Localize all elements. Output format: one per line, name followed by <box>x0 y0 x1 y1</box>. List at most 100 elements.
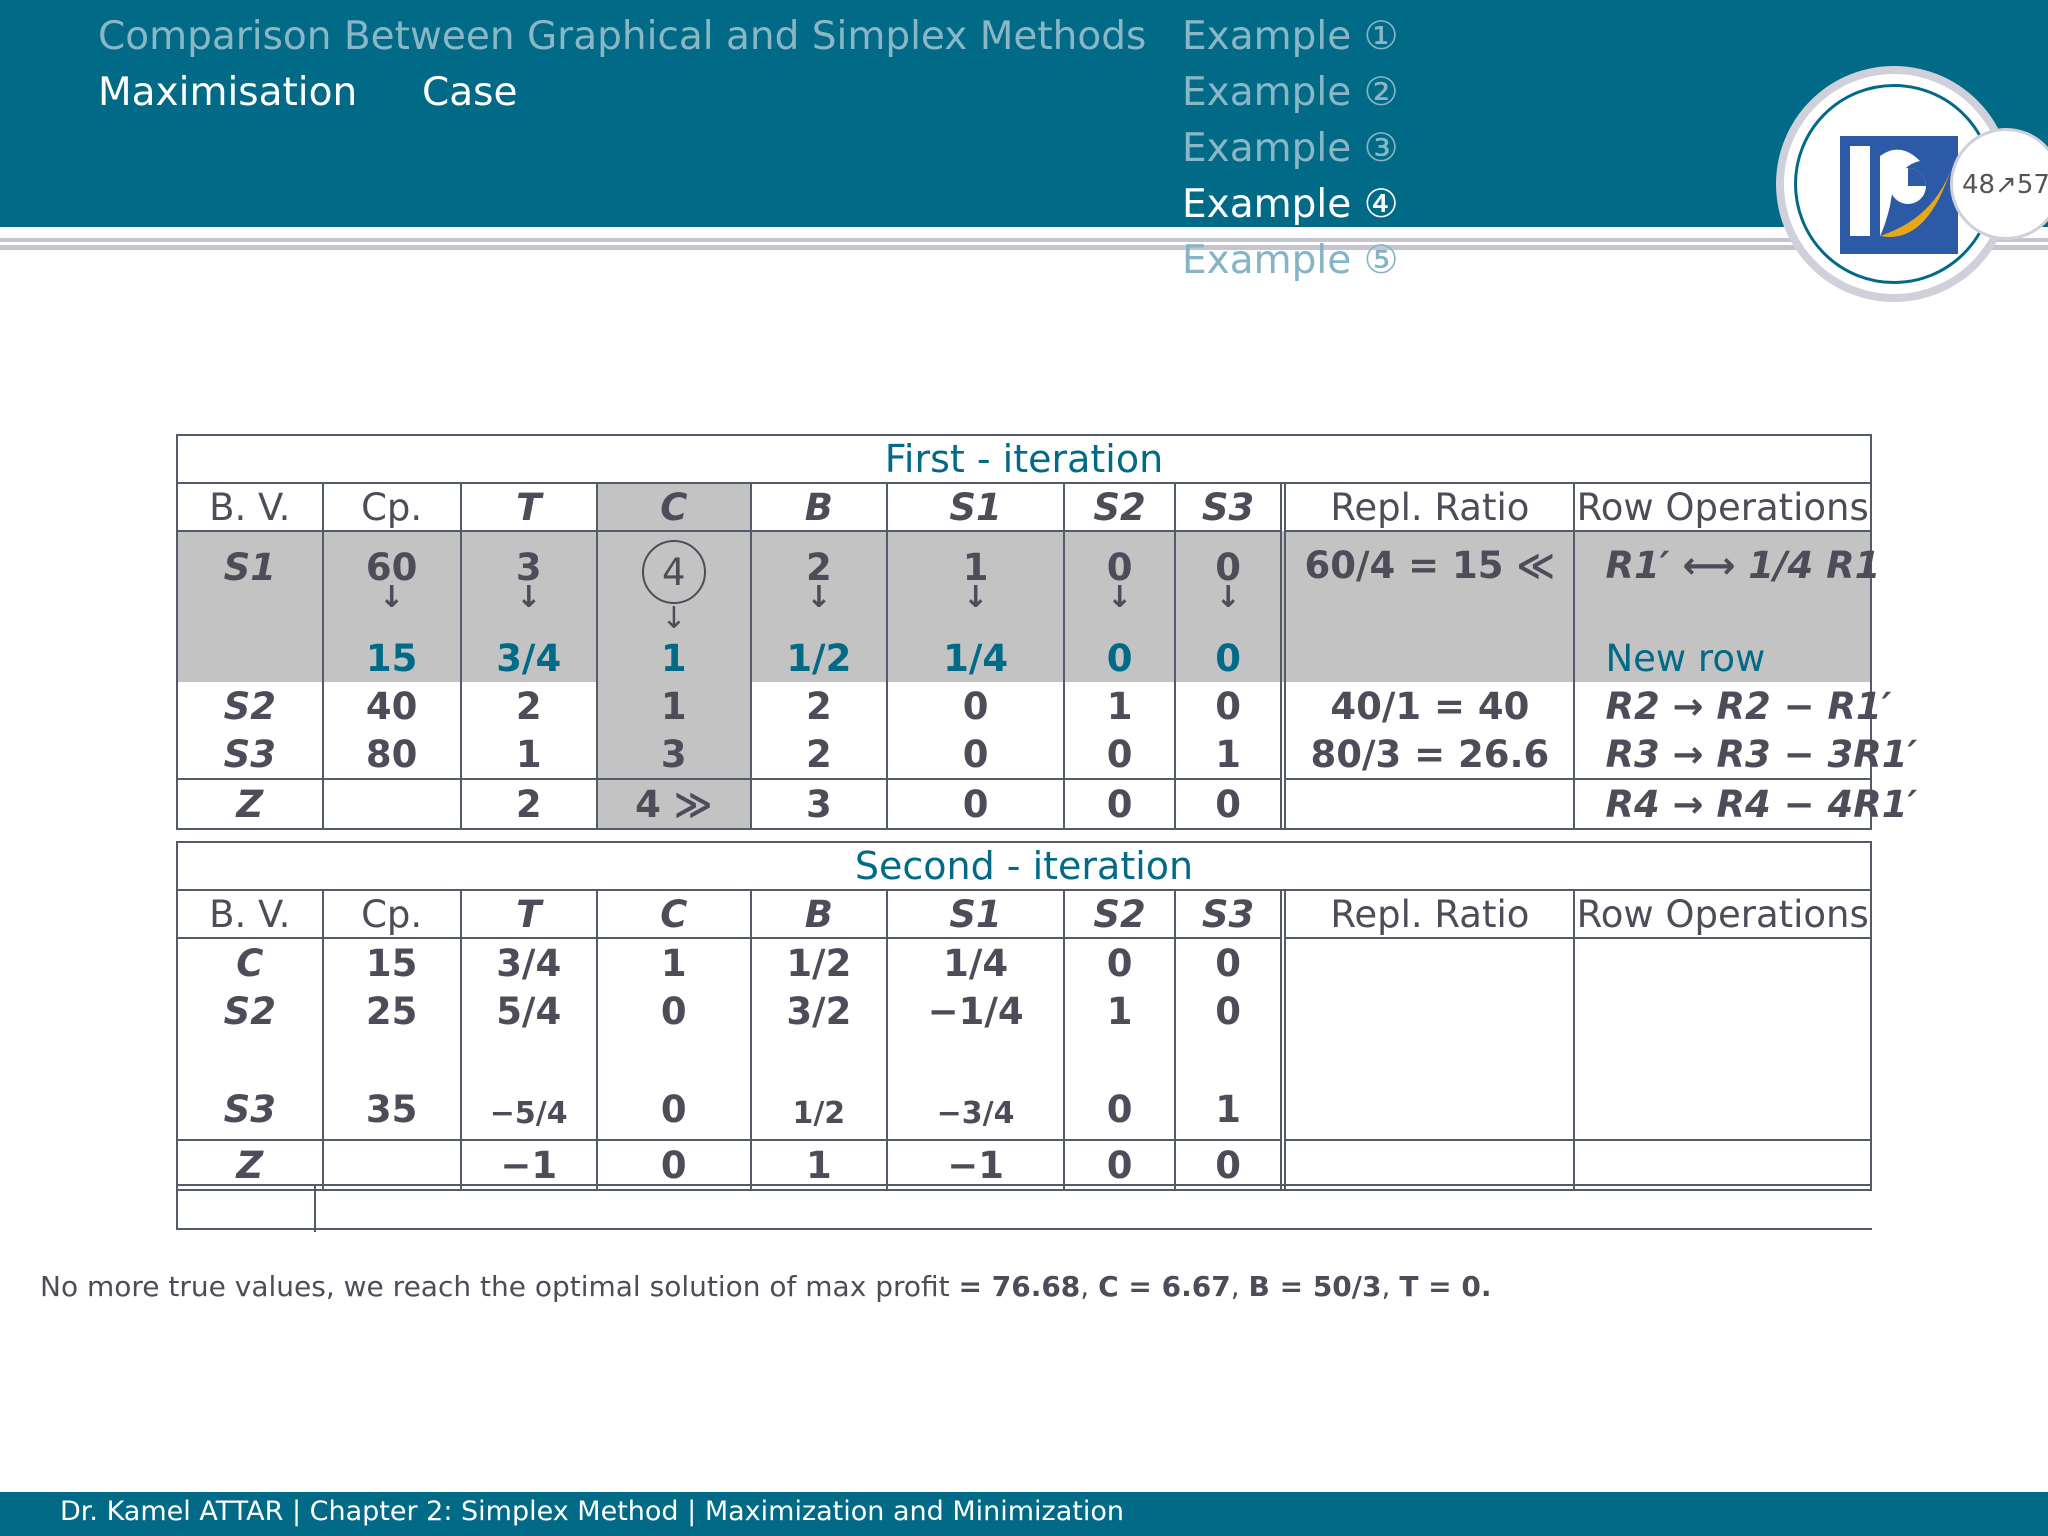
row-cell: 2 <box>459 682 597 730</box>
empty-cell <box>1573 1035 1870 1140</box>
pivot-row: S1 60 ↓ 3 ↓ 4 ↓ 2 ↓ 1 ↓ 0 ↓ 0 ↓ 60/4 = 15 ≪ R1′… <box>178 531 1880 634</box>
empty-cell <box>1573 1140 1870 1189</box>
conclusion-text: No more true values, we reach the optima… <box>40 1270 1492 1303</box>
conclusion-sentence: No more true values, we reach the optima… <box>40 1270 950 1303</box>
z-cell <box>321 1140 461 1189</box>
table-row: C 15 3/4 1 1/2 1/4 0 0 <box>178 938 1870 987</box>
down-arrow-icon: ↓ <box>1215 580 1241 615</box>
new-cp: 15 <box>321 634 461 682</box>
z-row: Z 2 4 ≫ 3 0 0 0 R4 → R4 − 4R1′ <box>178 779 1917 828</box>
z-cell <box>321 779 461 828</box>
col-header-s2: S2 <box>1063 484 1175 532</box>
row-cell: 3 <box>595 730 751 779</box>
row-operation: R2 → R2 − R1′ <box>1573 682 1891 730</box>
row-cell: 0 <box>1063 938 1175 987</box>
first-iteration-title: First - iteration <box>178 436 1870 484</box>
c-value: C = 6.67 <box>1098 1270 1231 1303</box>
subsection-case[interactable]: Case <box>422 70 517 115</box>
footer-text: Dr. Kamel ATTAR | Chapter 2: Simplex Met… <box>60 1496 1124 1527</box>
row-cell: 0 <box>595 1035 751 1140</box>
nav-example-3[interactable]: Example ③ <box>1182 126 1399 171</box>
table-row: S2 25 5/4 0 3/2 −1/4 1 0 <box>178 987 1870 1035</box>
nav-example-2[interactable]: Example ② <box>1182 70 1399 115</box>
new-s1: 1/4 <box>885 634 1065 682</box>
z-cell: 2 <box>459 779 597 828</box>
new-c: 1 <box>595 634 751 682</box>
col-header-ratio: Repl. Ratio <box>1280 484 1575 532</box>
row-cell: 0 <box>885 682 1065 730</box>
empty-cell <box>1280 1035 1575 1140</box>
second-iteration-table: Second - iteration B. V. Cp. T C B S1 S2… <box>176 841 1872 1191</box>
row-bv: S3 <box>223 1088 276 1131</box>
row-cell: 2 <box>749 730 887 779</box>
col-header-operations: Row Operations <box>1573 891 1870 939</box>
nav-example-4-active[interactable]: Example ④ <box>1182 182 1399 227</box>
row-cell: 1/2 <box>749 1035 887 1140</box>
row-cell: 0 <box>595 987 751 1035</box>
z-bv: Z <box>236 1143 264 1187</box>
col-header-bv: B. V. <box>178 891 323 939</box>
row-bv: S2 <box>223 989 276 1033</box>
col-header-ratio: Repl. Ratio <box>1280 891 1575 939</box>
pivot-bv: S1 <box>223 546 276 589</box>
pivot-operation: R1′ ⟷ 1/4 R1 <box>1573 531 1880 634</box>
table-row: S2 40 2 1 2 0 1 0 40/1 = 40 R2 → R2 − R1… <box>178 682 1891 730</box>
t-value: T = 0. <box>1399 1270 1492 1303</box>
row-bv: S2 <box>223 684 276 728</box>
pivot-cell: 1 ↓ <box>885 531 1065 634</box>
new-s3: 0 <box>1173 634 1284 682</box>
pivot-element: 4 <box>641 540 706 604</box>
col-header-s2: S2 <box>1063 891 1175 939</box>
z-cell: 1 <box>749 1140 887 1189</box>
row-bv: S3 <box>223 732 276 776</box>
section-title[interactable]: Comparison Between Graphical and Simplex… <box>98 14 1146 59</box>
row-cell: 3/4 <box>459 938 597 987</box>
nav-example-1[interactable]: Example ① <box>1182 14 1399 59</box>
pivot-cell: 2 ↓ <box>749 531 887 634</box>
col-header-cp: Cp. <box>321 484 461 532</box>
z-cell: −1 <box>885 1140 1065 1189</box>
empty-cell <box>1280 634 1575 682</box>
col-header-operations: Row Operations <box>1573 484 1870 532</box>
header-divider <box>0 227 2048 232</box>
z-cell: 0 <box>1173 779 1284 828</box>
down-arrow-icon: ↓ <box>379 580 405 615</box>
row-cell: 1/2 <box>749 938 887 987</box>
row-cell: 1 <box>459 730 597 779</box>
page-indicator: 48↗57 <box>1962 170 2048 200</box>
new-s2: 0 <box>1063 634 1175 682</box>
z-row: Z −1 0 1 −1 0 0 <box>178 1140 1870 1189</box>
down-arrow-icon: ↓ <box>1107 580 1133 615</box>
new-b: 1/2 <box>749 634 887 682</box>
col-header-t: T <box>459 891 597 939</box>
nav-example-5[interactable]: Example ⑤ <box>1182 238 1399 283</box>
subsection-maximisation[interactable]: Maximisation <box>98 70 357 115</box>
row-cell: 25 <box>321 987 461 1035</box>
row-bv: C <box>236 941 264 985</box>
col-header-s3: S3 <box>1173 891 1284 939</box>
header-row: B. V. Cp. T C B S1 S2 S3 Repl. Ratio Row… <box>178 484 1870 532</box>
col-header-bv: B. V. <box>178 484 323 532</box>
pivot-element-cell: 4 ↓ <box>595 531 751 634</box>
z-cell: 0 <box>1063 1140 1175 1189</box>
header-gray-band-inner <box>0 242 2048 245</box>
z-operation: R4 → R4 − 4R1′ <box>1573 779 1917 828</box>
first-iteration-table: First - iteration B. V. Cp. T C B S1 S2 … <box>176 434 1917 830</box>
row-cell: 1 <box>1063 682 1175 730</box>
col-header-b: B <box>749 484 887 532</box>
row-cell: 1 <box>1063 987 1175 1035</box>
row-cell: 35 <box>321 1035 461 1140</box>
col-header-t: T <box>459 484 597 532</box>
down-arrow-icon: ↓ <box>963 580 989 615</box>
z-cell: 3 <box>749 779 887 828</box>
logo-mark-icon <box>1840 136 1958 254</box>
pivot-cell: 60 ↓ <box>321 531 461 634</box>
empty-cell <box>1280 987 1575 1035</box>
row-cell: 40 <box>321 682 461 730</box>
down-arrow-icon: ↓ <box>806 580 832 615</box>
z-cell: −1 <box>459 1140 597 1189</box>
table-row: S3 80 1 3 2 0 0 1 80/3 = 26.6 R3 → R3 − … <box>178 730 1917 779</box>
z-cell: 0 <box>1173 1140 1284 1189</box>
empty-table-row <box>176 1184 1872 1232</box>
b-value: B = 50/3 <box>1248 1270 1382 1303</box>
